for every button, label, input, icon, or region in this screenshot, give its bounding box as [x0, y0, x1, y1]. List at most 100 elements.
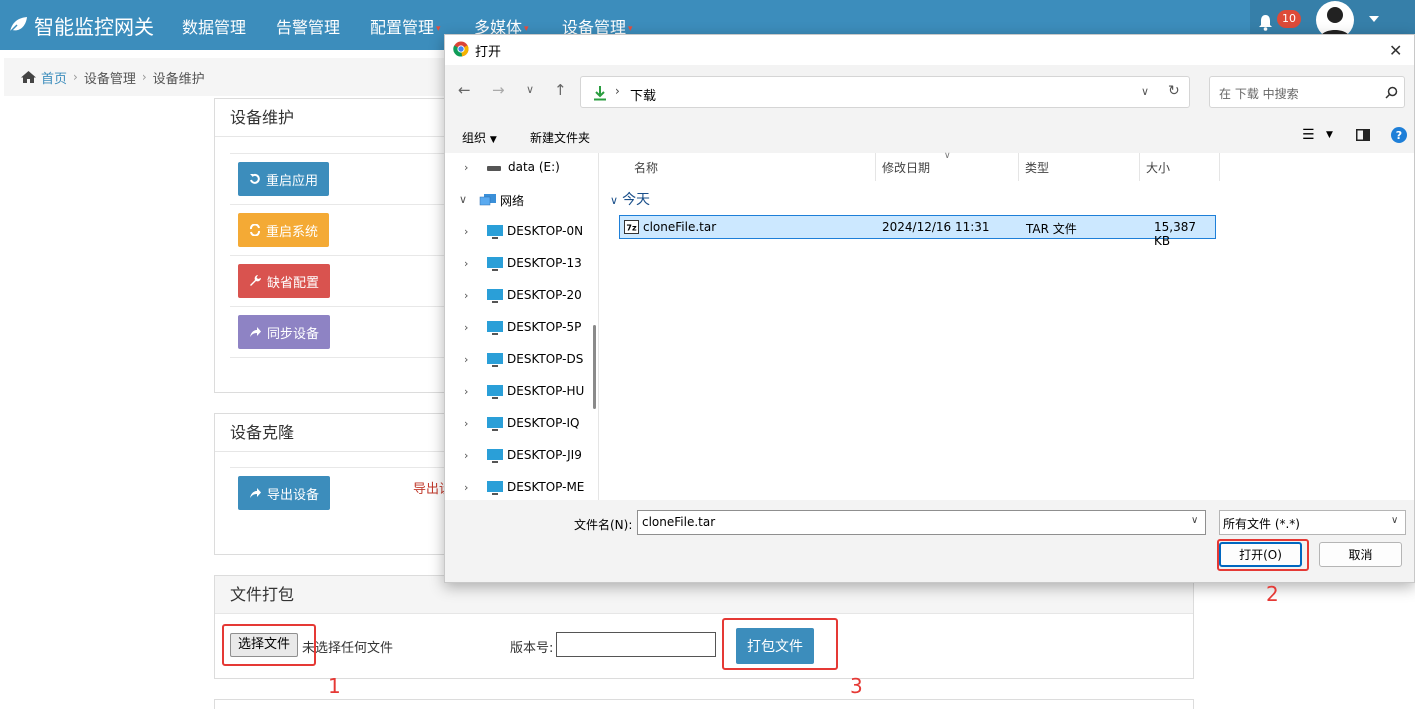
group-header-today[interactable]: ∨ 今天 [610, 189, 650, 209]
network-icon [479, 194, 496, 206]
computer-icon [487, 353, 503, 367]
tree-item-label: DESKTOP-HU [507, 384, 585, 398]
chevron-right-icon: › [464, 321, 469, 334]
tree-item-network[interactable]: ∨ 网络 [445, 187, 598, 213]
notification-badge: 10 [1277, 10, 1301, 28]
filename-value: cloneFile.tar [642, 515, 716, 529]
restart-system-button[interactable]: 重启系统 [238, 213, 330, 247]
caret-down-icon: ▼ [489, 135, 497, 145]
computer-icon [487, 321, 503, 335]
chevron-down-icon: ∨ [459, 193, 468, 206]
home-icon[interactable] [20, 70, 37, 84]
file-type: TAR 文件 [1026, 222, 1077, 236]
tree-item-label: 网络 [500, 194, 525, 208]
bell-icon[interactable] [1258, 14, 1273, 31]
organize-menu[interactable]: 组织 ▼ [462, 129, 497, 146]
column-size[interactable]: 大小 [1146, 159, 1170, 176]
chevron-right-icon: › [73, 70, 78, 84]
caret-down-icon: ▾ [524, 23, 529, 34]
breadcrumb-device-management[interactable]: 设备管理 [84, 68, 136, 87]
tree-item-desktop-5p[interactable]: › DESKTOP-5P [445, 315, 598, 341]
filetype-select[interactable]: 所有文件 (*.*) ∨ [1219, 510, 1406, 535]
leaf-icon [8, 17, 27, 34]
dialog-toolbar: 组织 ▼ 新建文件夹 ☰ ▼ ? [445, 119, 1414, 153]
nav-config-management[interactable]: 配置管理 ▾ [370, 14, 441, 38]
view-list-icon[interactable]: ☰ [1302, 127, 1315, 143]
computer-icon [487, 289, 503, 303]
tree-item-desktop-iq[interactable]: › DESKTOP-IQ [445, 411, 598, 437]
preview-pane-icon[interactable] [1356, 129, 1370, 141]
callout-number-2: 2 [1266, 582, 1279, 606]
column-type[interactable]: 类型 [1025, 159, 1049, 176]
caret-down-icon: ▾ [436, 23, 441, 34]
chevron-down-icon: ∨ [1391, 515, 1399, 526]
close-icon[interactable]: ✕ [1389, 41, 1402, 60]
nav-alarm-management[interactable]: 告警管理 [276, 14, 340, 38]
new-folder-button[interactable]: 新建文件夹 [530, 129, 590, 146]
recent-chevron-icon[interactable]: ∨ [526, 83, 534, 96]
breadcrumb-home[interactable]: 首页 [41, 68, 67, 87]
tree-item-desktop-13[interactable]: › DESKTOP-13 [445, 251, 598, 277]
column-name[interactable]: 名称 [634, 159, 658, 176]
tree-item-drive-e[interactable]: › data (E:) [445, 155, 598, 181]
chevron-right-icon: › [615, 84, 620, 98]
caret-down-icon[interactable]: ▼ [1326, 130, 1333, 140]
version-label: 版本号: [510, 641, 554, 656]
chevron-right-icon: › [464, 353, 469, 366]
forward-arrow-icon[interactable]: → [492, 81, 505, 99]
caret-down-icon: ▾ [628, 23, 633, 34]
column-separator [1219, 153, 1220, 181]
address-bar-area: ← → ∨ ↑ › 下载 ∨ ↻ 在 下载 中搜索 [445, 65, 1414, 119]
tree-item-desktop-20[interactable]: › DESKTOP-20 [445, 283, 598, 309]
chevron-right-icon: › [464, 385, 469, 398]
sync-device-label: 同步设备 [267, 326, 320, 342]
search-icon [1385, 86, 1398, 99]
brand[interactable]: 智能监控网关 [8, 10, 154, 40]
tree-item-desktop-ds[interactable]: › DESKTOP-DS [445, 347, 598, 373]
computer-icon [487, 225, 503, 239]
filename-label: 文件名(N): [574, 518, 633, 532]
computer-icon [487, 481, 503, 495]
cancel-button[interactable]: 取消 [1319, 542, 1402, 567]
tree-item-desktop-0n[interactable]: › DESKTOP-0N [445, 219, 598, 245]
default-config-label: 缺省配置 [267, 275, 320, 291]
organize-label: 组织 [462, 131, 487, 145]
tree-scrollbar[interactable] [593, 325, 596, 409]
tree-item-desktop-hu[interactable]: › DESKTOP-HU [445, 379, 598, 405]
export-device-button[interactable]: 导出设备 [238, 476, 331, 510]
back-arrow-icon[interactable]: ← [458, 81, 471, 99]
restart-system-label: 重启系统 [266, 224, 319, 240]
callout-number-3: 3 [850, 674, 863, 698]
tree-item-label: DESKTOP-DS [507, 352, 584, 366]
undo-icon [250, 173, 260, 184]
tree-item-label: DESKTOP-13 [507, 256, 582, 270]
filetype-value: 所有文件 (*.*) [1223, 517, 1300, 531]
chevron-down-icon[interactable]: ∨ [1141, 85, 1149, 98]
refresh-icon[interactable]: ↻ [1168, 83, 1180, 99]
pack-panel: 文件打包 [214, 575, 1194, 679]
version-input[interactable] [556, 632, 716, 657]
column-separator [1139, 153, 1140, 181]
nav-data-management[interactable]: 数据管理 [182, 14, 246, 38]
up-arrow-icon[interactable]: ↑ [554, 81, 567, 99]
filename-input[interactable]: cloneFile.tar ∨ [637, 510, 1206, 535]
chevron-right-icon: › [464, 289, 469, 302]
chevron-right-icon: › [141, 70, 147, 84]
user-menu-caret-icon[interactable] [1368, 15, 1380, 23]
share-icon [250, 488, 261, 498]
tree-item-desktop-me[interactable]: › DESKTOP-ME [445, 475, 598, 500]
help-icon[interactable]: ? [1391, 127, 1407, 143]
tree-item-desktop-ji9[interactable]: › DESKTOP-JI9 [445, 443, 598, 469]
svg-text:7z: 7z [626, 224, 637, 233]
search-input[interactable]: 在 下载 中搜索 [1209, 76, 1405, 108]
column-date[interactable]: 修改日期 [882, 159, 930, 176]
restart-app-button[interactable]: 重启应用 [238, 162, 330, 196]
share-icon [250, 327, 261, 337]
default-config-button[interactable]: 缺省配置 [238, 264, 331, 298]
sync-device-button[interactable]: 同步设备 [238, 315, 331, 349]
chevron-right-icon: › [464, 257, 469, 270]
address-box[interactable]: › 下载 ∨ ↻ [580, 76, 1190, 108]
file-row[interactable]: 7z cloneFile.tar 2024/12/16 11:31 TAR 文件… [619, 215, 1216, 248]
computer-icon [487, 257, 503, 271]
chevron-down-icon[interactable]: ∨ [1191, 515, 1198, 526]
